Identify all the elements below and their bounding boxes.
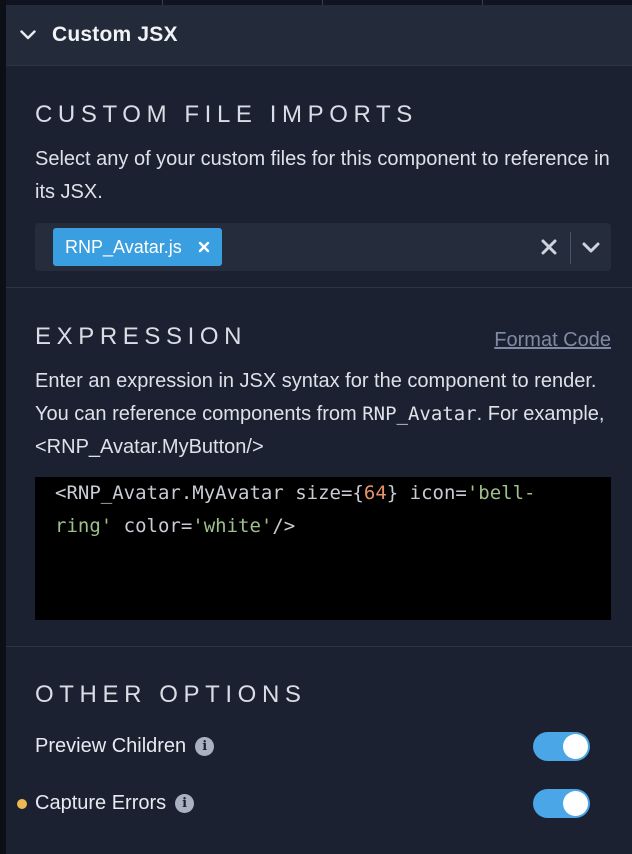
expression-section: EXPRESSION Format Code Enter an expressi… bbox=[6, 288, 632, 646]
info-icon[interactable]: i bbox=[175, 794, 195, 813]
option-label: Preview Children bbox=[35, 735, 187, 757]
selected-file-label: RNP_Avatar.js bbox=[65, 236, 182, 257]
custom-file-imports-description: Select any of your custom files for this… bbox=[35, 148, 610, 203]
custom-file-imports-section: CUSTOM FILE IMPORTS Select any of your c… bbox=[6, 66, 632, 287]
section-header[interactable]: Custom JSX bbox=[6, 5, 632, 66]
expression-description: Enter an expression in JSX syntax for th… bbox=[35, 365, 611, 464]
other-options-title: OTHER OPTIONS bbox=[35, 681, 307, 708]
section-header-title: Custom JSX bbox=[52, 23, 178, 46]
option-label: Capture Errors bbox=[35, 792, 167, 814]
other-options-section: OTHER OPTIONS Preview Children i Capture… bbox=[6, 647, 632, 832]
chevron-down-icon[interactable] bbox=[579, 235, 603, 264]
option-preview-children: Preview Children i bbox=[35, 718, 611, 775]
module-name: RNP_Avatar bbox=[362, 403, 477, 425]
custom-file-imports-title: CUSTOM FILE IMPORTS bbox=[35, 101, 418, 128]
jsx-code-editor[interactable]: <RNP_Avatar.MyAvatar size={64} icon='bel… bbox=[35, 477, 611, 620]
custom-jsx-panel: Custom JSX CUSTOM FILE IMPORTS Select an… bbox=[6, 5, 632, 854]
file-imports-select[interactable]: RNP_Avatar.js bbox=[35, 223, 611, 271]
format-code-link[interactable]: Format Code bbox=[494, 329, 611, 352]
capture-errors-toggle[interactable] bbox=[533, 789, 590, 818]
code-line: ring' color='white'/> bbox=[55, 515, 296, 537]
code-line: <RNP_Avatar.MyAvatar size={64} icon='bel… bbox=[55, 482, 536, 504]
close-icon[interactable] bbox=[198, 241, 210, 253]
preview-children-toggle[interactable] bbox=[533, 732, 590, 761]
selected-file-chip: RNP_Avatar.js bbox=[53, 228, 222, 266]
select-divider bbox=[570, 232, 571, 264]
modified-indicator bbox=[17, 798, 27, 809]
chevron-down-icon[interactable] bbox=[18, 25, 38, 45]
option-capture-errors: Capture Errors i bbox=[17, 775, 611, 832]
clear-selection-icon[interactable] bbox=[537, 235, 561, 264]
info-icon[interactable]: i bbox=[195, 737, 215, 756]
